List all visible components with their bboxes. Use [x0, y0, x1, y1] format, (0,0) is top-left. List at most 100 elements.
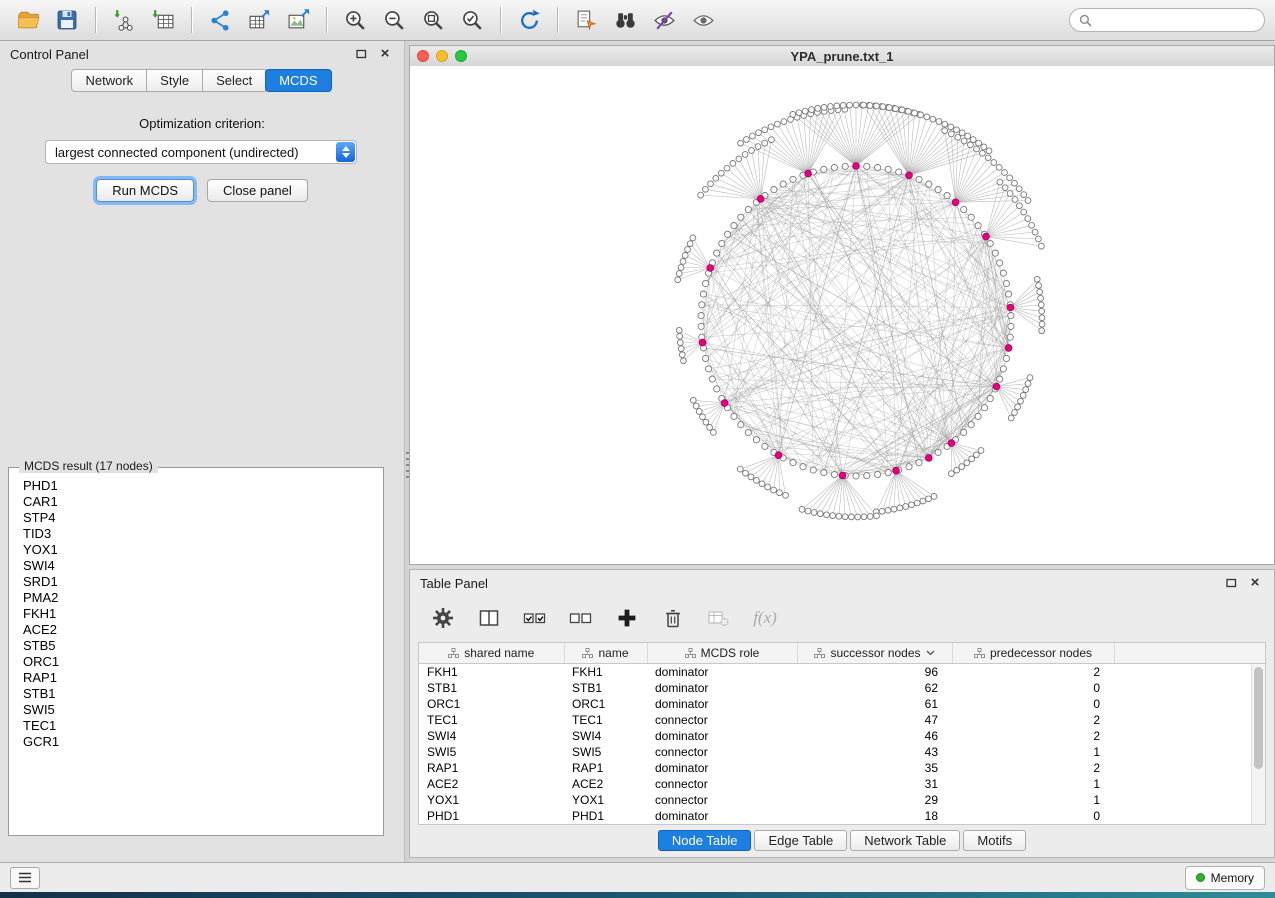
right-workspace: YPA_prune.txt_1 Table Panel ×	[409, 41, 1275, 862]
table-row[interactable]: FKH1FKH1dominator962	[419, 664, 1265, 681]
window-zoom-button[interactable]	[455, 50, 467, 62]
zoom-selected-button[interactable]	[454, 4, 490, 36]
float-table-panel-icon[interactable]	[1222, 575, 1240, 591]
mcds-result-item[interactable]: YOX1	[23, 542, 381, 558]
mcds-result-item[interactable]: SRD1	[23, 574, 381, 590]
table-scrollbar[interactable]	[1251, 664, 1265, 824]
mcds-result-item[interactable]: CAR1	[23, 494, 381, 510]
export-image-button[interactable]	[280, 4, 316, 36]
table-row[interactable]: ACE2ACE2connector311	[419, 776, 1265, 792]
table-row[interactable]: SWI5SWI5connector431	[419, 744, 1265, 760]
tab-mcds[interactable]: MCDS	[265, 69, 331, 92]
mcds-result-item[interactable]: GCR1	[23, 734, 381, 750]
mcds-result-item[interactable]: PMA2	[23, 590, 381, 606]
save-icon	[55, 8, 79, 32]
hide-selected-button[interactable]	[646, 4, 682, 36]
zoom-out-button[interactable]	[376, 4, 412, 36]
column-header-predecessor-nodes[interactable]: predecessor nodes	[952, 643, 1114, 664]
show-column-panel-button[interactable]	[476, 605, 502, 631]
zoom-in-button[interactable]	[337, 4, 373, 36]
save-session-button[interactable]	[49, 4, 85, 36]
tab-motifs[interactable]: Motifs	[963, 830, 1026, 851]
table-row[interactable]: PHD1PHD1dominator180	[419, 808, 1265, 824]
tab-network[interactable]: Network	[71, 69, 147, 92]
refresh-icon	[517, 8, 542, 33]
table-row[interactable]: RAP1RAP1dominator352	[419, 760, 1265, 776]
table-row[interactable]: YOX1YOX1connector291	[419, 792, 1265, 808]
mcds-result-item[interactable]: TID3	[23, 526, 381, 542]
show-all-button[interactable]	[685, 4, 721, 36]
table-row[interactable]: ORC1ORC1dominator610	[419, 696, 1265, 712]
unselect-all-columns-button[interactable]	[568, 605, 594, 631]
close-table-panel-icon[interactable]: ×	[1246, 575, 1264, 591]
float-panel-icon[interactable]	[352, 46, 370, 62]
tab-select[interactable]: Select	[202, 69, 266, 92]
table-settings-button[interactable]	[430, 605, 456, 631]
split-panel-icon	[478, 607, 500, 629]
app-window: Control Panel × NetworkStyleSelectMCDS O…	[0, 0, 1275, 892]
search-input[interactable]	[1098, 12, 1255, 28]
mcds-result-item[interactable]: SWI5	[23, 702, 381, 718]
mcds-result-item[interactable]: PHD1	[23, 478, 381, 494]
toolbar-separator	[557, 7, 558, 33]
zoom-in-icon	[343, 8, 368, 33]
copy-style-button[interactable]	[568, 4, 604, 36]
network-window-titlebar[interactable]: YPA_prune.txt_1	[410, 46, 1274, 67]
dropdown-arrows-icon	[336, 142, 355, 162]
window-close-button[interactable]	[417, 50, 429, 62]
table-scrollbar-thumb[interactable]	[1254, 667, 1263, 769]
delete-table-button-disabled	[706, 605, 732, 631]
mcds-result-item[interactable]: STB1	[23, 686, 381, 702]
toolbar-separator	[326, 7, 327, 33]
mcds-result-item[interactable]: SWI4	[23, 558, 381, 574]
import-network-button[interactable]	[106, 4, 142, 36]
close-panel-icon[interactable]: ×	[376, 46, 394, 62]
toolbar-separator	[191, 7, 192, 33]
tab-edge-table[interactable]: Edge Table	[754, 830, 847, 851]
tab-network-table[interactable]: Network Table	[850, 830, 960, 851]
column-header-shared-name[interactable]: shared name	[419, 643, 564, 664]
mcds-result-item[interactable]: TEC1	[23, 718, 381, 734]
table-row[interactable]: TEC1TEC1connector472	[419, 712, 1265, 728]
close-panel-button[interactable]: Close panel	[207, 179, 308, 202]
network-graph	[410, 66, 1274, 564]
mcds-result-item[interactable]: ACE2	[23, 622, 381, 638]
zoom-fit-button[interactable]	[415, 4, 451, 36]
memory-status-icon	[1196, 873, 1205, 882]
export-table-button[interactable]	[241, 4, 277, 36]
search-network-button[interactable]	[607, 4, 643, 36]
tab-style[interactable]: Style	[146, 69, 203, 92]
window-minimize-button[interactable]	[436, 50, 448, 62]
table-row[interactable]: STB1STB1dominator620	[419, 680, 1265, 696]
delete-column-button[interactable]	[660, 605, 686, 631]
import-table-button[interactable]	[145, 4, 181, 36]
tab-node-table[interactable]: Node Table	[658, 830, 752, 851]
column-header-MCDS-role[interactable]: MCDS role	[647, 643, 797, 664]
optimization-criterion-select[interactable]: largest connected component (undirected)	[45, 140, 357, 164]
create-column-button[interactable]	[614, 605, 640, 631]
import-network-icon	[112, 8, 137, 33]
panel-list-button[interactable]	[10, 867, 40, 889]
control-panel-tabs: NetworkStyleSelectMCDS	[0, 69, 404, 92]
node-table: shared namenameMCDS rolesuccessor nodesp…	[418, 642, 1266, 825]
refresh-network-button[interactable]	[511, 4, 547, 36]
status-bar: Memory	[0, 862, 1275, 892]
memory-button[interactable]: Memory	[1185, 866, 1265, 890]
import-table-icon	[151, 8, 176, 33]
eye-slash-icon	[652, 8, 677, 33]
export-network-button[interactable]	[202, 4, 238, 36]
toolbar-separator	[95, 7, 96, 33]
network-view[interactable]	[410, 66, 1274, 564]
open-file-button[interactable]	[10, 4, 46, 36]
column-header-name[interactable]: name	[564, 643, 647, 664]
mcds-result-item[interactable]: STB5	[23, 638, 381, 654]
column-header-successor-nodes[interactable]: successor nodes	[797, 643, 952, 664]
mcds-result-item[interactable]: STP4	[23, 510, 381, 526]
select-all-columns-button[interactable]	[522, 605, 548, 631]
open-folder-icon	[16, 8, 41, 33]
table-row[interactable]: SWI4SWI4dominator462	[419, 728, 1265, 744]
mcds-result-item[interactable]: ORC1	[23, 654, 381, 670]
mcds-result-item[interactable]: RAP1	[23, 670, 381, 686]
mcds-result-item[interactable]: FKH1	[23, 606, 381, 622]
run-mcds-button[interactable]: Run MCDS	[96, 179, 194, 202]
